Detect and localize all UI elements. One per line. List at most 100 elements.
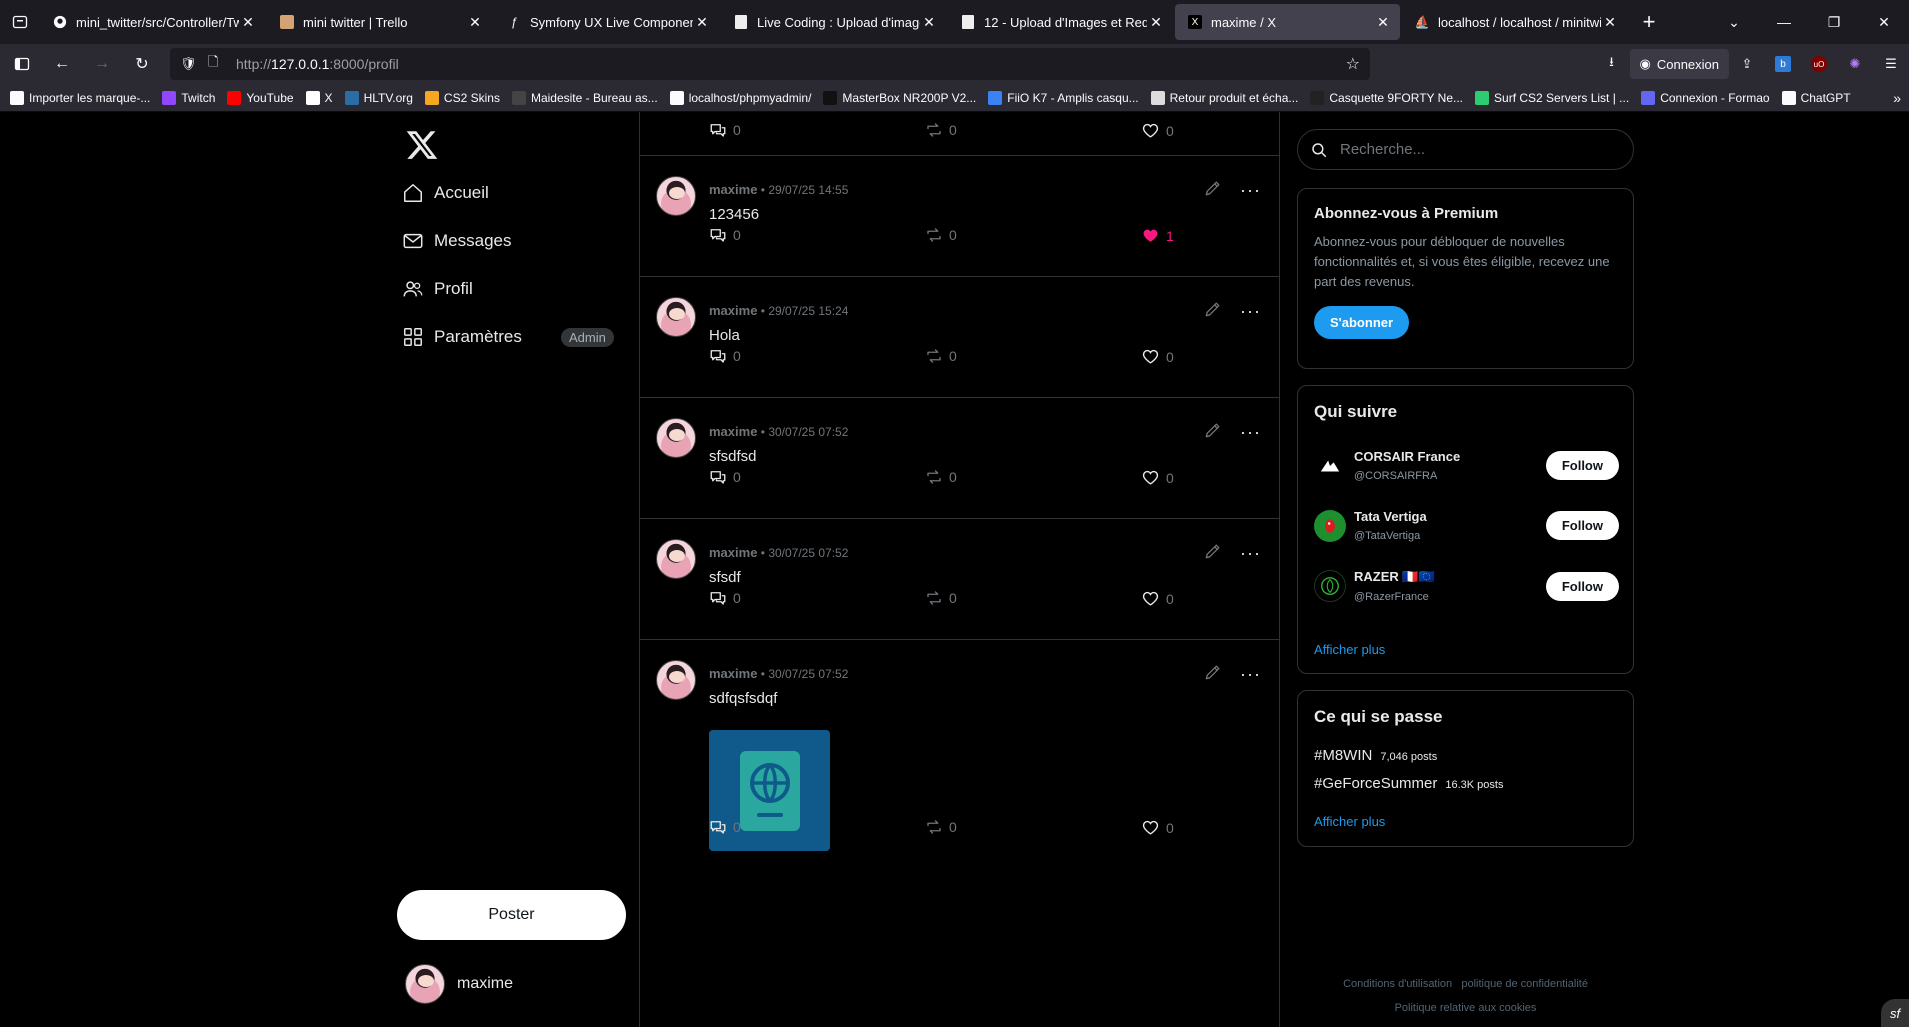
browser-tab[interactable]: mini twitter | Trello ✕ [267, 4, 492, 40]
follow-button[interactable]: Follow [1545, 511, 1619, 540]
tweet-author[interactable]: maxime [709, 303, 757, 318]
more-options-icon[interactable]: ··· [1240, 301, 1262, 322]
browser-tab[interactable]: mini_twitter/src/Controller/Twe ✕ [40, 4, 265, 40]
show-more-trends-link[interactable]: Afficher plus [1314, 814, 1385, 829]
share-icon[interactable]: ⇪ [1729, 48, 1765, 80]
browser-tab[interactable]: Xmaxime / X ✕ [1175, 4, 1400, 40]
search-input[interactable] [1340, 141, 1620, 158]
forward-button[interactable]: → [84, 48, 120, 80]
reload-button[interactable]: ↻ [124, 48, 160, 80]
edit-pencil-icon[interactable] [1203, 299, 1225, 321]
like-button[interactable]: 1 [1141, 226, 1174, 245]
tweet[interactable]: maxime • 29/07/25 15:24 Hola ··· 0 0 0 [640, 277, 1279, 398]
like-button[interactable]: 0 [1141, 121, 1174, 140]
tweet-author[interactable]: maxime [709, 182, 757, 197]
search-box[interactable] [1297, 129, 1634, 170]
retweet-button[interactable]: 0 [925, 226, 957, 244]
url-bar[interactable]: 🛡 🗋 http://127.0.0.1:8000/profil ☆ [170, 48, 1370, 80]
subscribe-button[interactable]: S'abonner [1314, 306, 1410, 339]
bookmark-item[interactable]: HLTV.org [344, 90, 413, 105]
edit-pencil-icon[interactable] [1203, 662, 1225, 684]
bookmarks-overflow-icon[interactable]: » [1893, 90, 1901, 106]
retweet-button[interactable]: 0 [925, 589, 957, 607]
close-window-button[interactable]: ✕ [1859, 14, 1909, 31]
like-button[interactable]: 0 [1141, 347, 1174, 366]
reply-button[interactable]: 0 [709, 589, 741, 607]
bookmark-item[interactable]: Twitch [162, 90, 215, 105]
tab-close-icon[interactable]: ✕ [1374, 14, 1392, 31]
tab-overflow-chevron-icon[interactable]: ⌄ [1709, 14, 1759, 31]
bookmark-item[interactable]: Maidesite - Bureau as... [511, 90, 658, 105]
edit-pencil-icon[interactable] [1203, 178, 1225, 200]
shield-icon[interactable]: 🛡 [180, 56, 200, 72]
sidebar-item-parametres[interactable]: Paramètres [402, 322, 522, 352]
current-user[interactable]: maxime [405, 964, 513, 1004]
bookmark-item[interactable]: Retour produit et écha... [1150, 90, 1298, 105]
bookmark-item[interactable]: FiiO K7 - Amplis casqu... [988, 90, 1139, 105]
menu-icon[interactable]: ☰ [1873, 48, 1909, 80]
terms-link[interactable]: Conditions d'utilisation [1343, 978, 1452, 990]
show-more-follow-link[interactable]: Afficher plus [1314, 642, 1385, 657]
avatar[interactable] [656, 176, 696, 216]
tab-close-icon[interactable]: ✕ [239, 14, 257, 31]
tweet[interactable]: maxime • 29/07/25 14:55 123456 ··· 0 0 1 [640, 156, 1279, 277]
tab-close-icon[interactable]: ✕ [1601, 14, 1619, 31]
reply-button[interactable]: 0 [709, 818, 741, 836]
tweet[interactable]: maxime • 30/07/25 07:52 sdfqsfsdqf ··· 0 0 0 [640, 640, 1279, 1027]
cookies-link[interactable]: Politique relative aux cookies [1395, 1002, 1537, 1014]
tweet[interactable]: maxime • 30/07/25 07:52 sfsdfsd ··· 0 0 0 [640, 398, 1279, 519]
browser-tab[interactable]: ƒ Symfony UX Live Components D✕ [494, 4, 719, 40]
tab-close-icon[interactable]: ✕ [466, 14, 484, 31]
bookmark-item[interactable]: Importer les marque-... [10, 90, 150, 105]
reply-button[interactable]: 0 [709, 347, 741, 365]
like-button[interactable]: 0 [1141, 589, 1174, 608]
new-tab-button[interactable]: + [1629, 9, 1669, 35]
sidebar-item-accueil[interactable]: Accueil [402, 178, 489, 208]
retweet-button[interactable]: 0 [925, 121, 957, 139]
tweet[interactable]: 0 0 0 [640, 112, 1279, 156]
bookmark-item[interactable]: Connexion - Formao [1641, 90, 1770, 105]
tweet-author[interactable]: maxime [709, 424, 757, 439]
reply-button[interactable]: 0 [709, 468, 741, 486]
url-text[interactable]: http://127.0.0.1:8000/profil [236, 56, 1346, 72]
avatar[interactable] [656, 297, 696, 337]
browser-tab[interactable]: 12 - Upload d'Images et Redim ✕ [948, 4, 1173, 40]
follow-button[interactable]: Follow [1545, 571, 1619, 601]
retweet-button[interactable]: 0 [925, 818, 957, 836]
download-icon[interactable]: ⭳ [1594, 48, 1630, 80]
more-options-icon[interactable]: ··· [1240, 180, 1262, 201]
tweet[interactable]: maxime • 30/07/25 07:52 sfsdf ··· 0 0 0 [640, 519, 1279, 640]
x-logo-icon[interactable] [405, 128, 439, 162]
bookmark-item[interactable]: CS2 Skins [424, 90, 500, 105]
symfony-toolbar-icon[interactable]: sf [1881, 999, 1909, 1027]
restore-button[interactable]: ❐ [1809, 14, 1859, 31]
browser-tab[interactable]: Live Coding : Upload d'images a✕ [721, 4, 946, 40]
page-info-icon[interactable]: 🗋 [208, 53, 228, 75]
edit-pencil-icon[interactable] [1203, 541, 1225, 563]
extension-b-icon[interactable]: b [1765, 48, 1801, 80]
retweet-button[interactable]: 0 [925, 468, 957, 486]
reply-button[interactable]: 0 [709, 121, 741, 139]
bookmark-star-icon[interactable]: ☆ [1346, 54, 1360, 74]
avatar[interactable] [656, 660, 696, 700]
bookmark-item[interactable]: ChatGPT [1781, 90, 1851, 105]
reply-button[interactable]: 0 [709, 226, 741, 244]
bookmark-item[interactable]: localhost/phpmyadmin/ [669, 90, 811, 105]
bookmark-item[interactable]: X [305, 90, 333, 105]
tweet-author[interactable]: maxime [709, 666, 757, 681]
more-options-icon[interactable]: ··· [1240, 422, 1262, 443]
privacy-link[interactable]: politique de confidentialité [1461, 978, 1588, 990]
ublock-icon[interactable]: uO [1801, 48, 1837, 80]
like-button[interactable]: 0 [1141, 818, 1174, 837]
sidebar-item-messages[interactable]: Messages [402, 226, 511, 256]
bookmark-item[interactable]: Casquette 9FORTY Ne... [1310, 90, 1463, 105]
like-button[interactable]: 0 [1141, 468, 1174, 487]
avatar[interactable] [656, 539, 696, 579]
tab-close-icon[interactable]: ✕ [1147, 14, 1165, 31]
browser-tab[interactable]: ⛵ localhost / localhost / minitwitte ✕ [1402, 4, 1627, 40]
tab-list-icon[interactable] [0, 0, 40, 44]
account-connexion-button[interactable]: ◉ Connexion [1629, 49, 1729, 79]
bookmark-item[interactable]: YouTube [227, 90, 294, 105]
tab-close-icon[interactable]: ✕ [693, 14, 711, 31]
trend-item[interactable]: #M8WIN 7,046 posts [1314, 747, 1437, 764]
